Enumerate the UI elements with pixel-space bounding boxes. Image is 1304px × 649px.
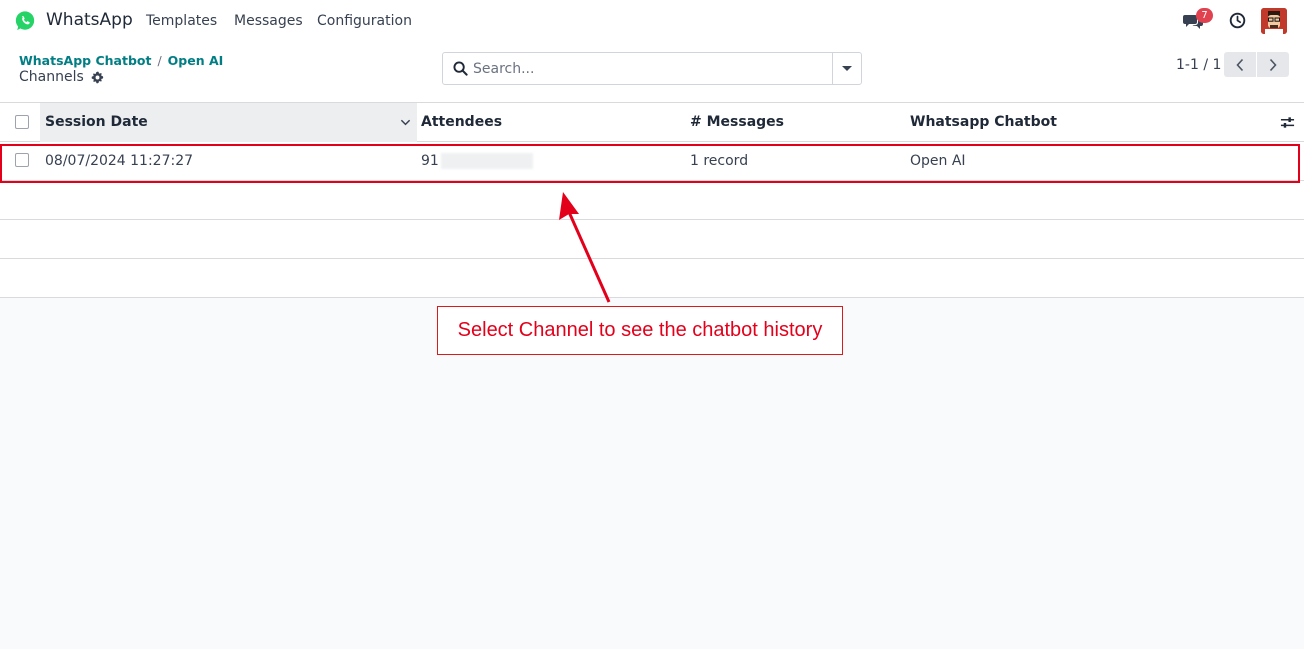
gear-icon[interactable] [91,71,104,84]
clock-icon[interactable] [1229,12,1246,29]
menu-configuration[interactable]: Configuration [317,13,412,29]
avatar[interactable] [1261,8,1287,34]
column-header-session-date[interactable]: Session Date [40,103,417,142]
avatar-image [1261,8,1287,34]
page-title-wrap: Channels [19,69,104,85]
annotation-arrow [559,192,611,303]
redacted-phone-mask [440,153,533,169]
search-bar [442,52,862,85]
breadcrumb-open-ai[interactable]: Open AI [168,53,224,68]
breadcrumb-separator: / [157,53,162,68]
attendee-phone: 91 [421,153,439,169]
chevron-left-icon [1236,58,1244,71]
breadcrumb: WhatsApp Chatbot / Open AI [19,53,223,68]
chevron-down-icon [400,119,411,126]
column-label-session-date: Session Date [45,114,148,130]
table-row[interactable]: 08/07/2024 11:27:27 91 1 record Open AI [0,142,1304,181]
pager-value[interactable]: 1-1 / 1 [1176,57,1221,73]
search-icon [453,61,468,76]
column-header-attendees[interactable]: Attendees [421,103,502,142]
empty-row [0,259,1304,298]
pager-previous-button[interactable] [1224,52,1256,77]
pager-next-button[interactable] [1257,52,1289,77]
cell-whatsapp-chatbot: Open AI [910,153,966,169]
app-name[interactable]: WhatsApp [46,10,133,30]
column-header-messages[interactable]: # Messages [690,103,784,142]
search-options-toggle[interactable] [832,53,861,84]
cell-messages: 1 record [690,153,749,169]
annotation-callout: Select Channel to see the chatbot histor… [437,306,843,355]
select-all-checkbox[interactable] [15,115,29,129]
menu-templates[interactable]: Templates [146,13,217,29]
row-checkbox[interactable] [15,153,29,167]
page-title: Channels [19,69,84,85]
breadcrumb-whatsapp-chatbot[interactable]: WhatsApp Chatbot [19,53,151,68]
optional-columns-icon[interactable] [1280,115,1295,130]
empty-row [0,220,1304,259]
empty-row [0,181,1304,220]
caret-down-icon [842,66,852,71]
cell-attendees: 91 [421,142,533,180]
whatsapp-logo-icon[interactable] [14,10,36,32]
control-panel: WhatsApp Chatbot / Open AI Channels 1-1 / … [0,42,1304,103]
column-header-whatsapp-chatbot[interactable]: Whatsapp Chatbot [910,103,1057,142]
cell-session-date: 08/07/2024 11:27:27 [45,153,194,169]
select-all-cell [0,103,40,142]
chat-badge: 7 [1196,8,1213,23]
search-input[interactable] [473,53,831,84]
top-navbar: WhatsApp Templates Messages Configuratio… [0,0,1304,42]
list-header: Session Date Attendees # Messages Whatsa… [0,103,1304,142]
menu-messages[interactable]: Messages [234,13,303,29]
channels-list: Session Date Attendees # Messages Whatsa… [0,103,1304,298]
chevron-right-icon [1269,58,1277,71]
